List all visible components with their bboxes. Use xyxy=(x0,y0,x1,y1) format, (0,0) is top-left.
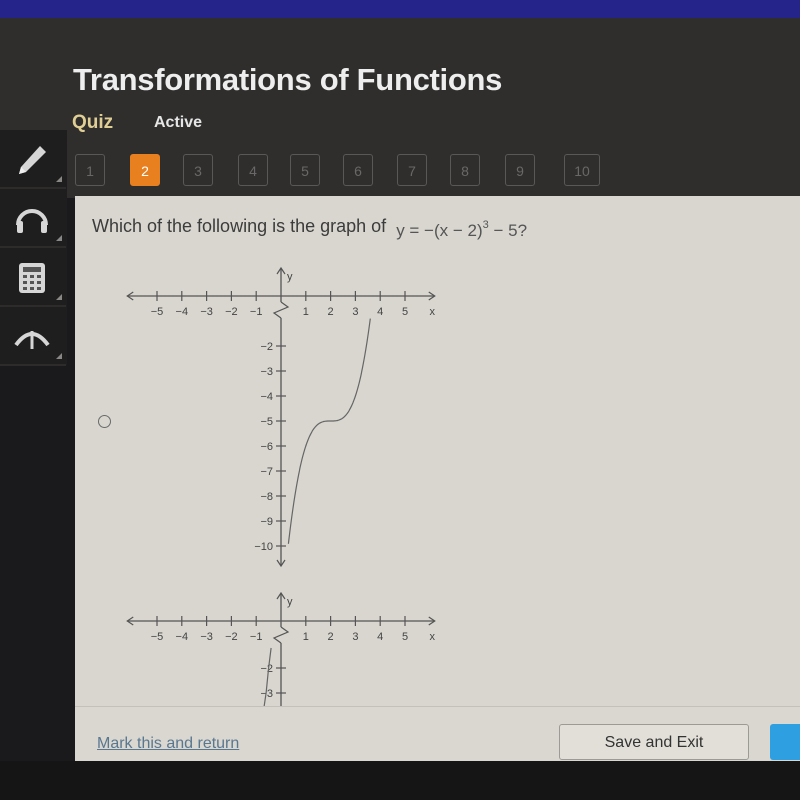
x-tick-label: 4 xyxy=(377,306,383,318)
axis-break-icon xyxy=(272,301,290,319)
y-axis-label: y xyxy=(287,596,293,608)
x-tick-label: −4 xyxy=(176,306,189,318)
y-tick-label: −9 xyxy=(260,516,273,528)
y-tick-label: −10 xyxy=(254,541,273,553)
expand-corner-icon xyxy=(56,294,62,300)
question-9-button[interactable]: 9 xyxy=(505,154,535,186)
y-tick-label: −6 xyxy=(260,441,273,453)
question-1-button[interactable]: 1 xyxy=(75,154,105,186)
x-tick-label: 2 xyxy=(328,631,334,643)
mark-and-return-link[interactable]: Mark this and return xyxy=(97,735,239,753)
y-tick-label: −5 xyxy=(260,416,273,428)
question-equation: y = −(x − 2)3 − 5? xyxy=(396,219,528,240)
y-tick-label: −7 xyxy=(260,466,273,478)
x-tick-label: −5 xyxy=(151,306,164,318)
collapse-tool-button[interactable] xyxy=(0,307,66,366)
collapse-arrow-icon xyxy=(14,331,50,349)
question-7-button[interactable]: 7 xyxy=(397,154,427,186)
x-tick-label: −2 xyxy=(225,306,238,318)
x-tick-label: 1 xyxy=(303,306,309,318)
calculator-tool-button[interactable] xyxy=(0,248,66,307)
question-text: Which of the following is the graph of xyxy=(92,216,387,236)
y-axis-label: y xyxy=(287,271,293,283)
y-tick-label: −2 xyxy=(260,341,273,353)
y-tick-label: −3 xyxy=(260,366,273,378)
x-tick-label: −4 xyxy=(176,631,189,643)
tools-sidebar xyxy=(0,130,67,366)
x-tick-label: 1 xyxy=(303,631,309,643)
page-title: Transformations of Functions xyxy=(73,62,503,97)
calculator-icon xyxy=(19,263,45,293)
audio-tool-button[interactable] xyxy=(0,189,66,248)
x-tick-label: 5 xyxy=(402,631,408,643)
axis-break-icon xyxy=(272,626,290,644)
option-1-radio[interactable] xyxy=(98,415,111,428)
option-2-graph[interactable]: −5 −4 −3 −2 −1 1 2 3 4 5 xy−2−3 xyxy=(120,576,450,711)
expand-corner-icon xyxy=(56,176,62,182)
y-tick-label: −4 xyxy=(260,391,273,403)
browser-top-bar xyxy=(0,0,800,18)
x-tick-label: −5 xyxy=(151,631,164,643)
function-curve xyxy=(287,318,371,544)
x-tick-label: 3 xyxy=(352,306,358,318)
question-8-button[interactable]: 8 xyxy=(450,154,480,186)
question-prompt: Which of the following is the graph of y… xyxy=(92,216,528,240)
tab-active[interactable]: Active xyxy=(154,114,202,132)
pencil-tool-button[interactable] xyxy=(0,130,66,189)
question-10-button[interactable]: 10 xyxy=(564,154,600,186)
function-curve xyxy=(262,647,272,711)
question-5-button[interactable]: 5 xyxy=(290,154,320,186)
x-tick-label: 2 xyxy=(328,306,334,318)
question-3-button[interactable]: 3 xyxy=(183,154,213,186)
quiz-footer: Mark this and return Save and Exit xyxy=(75,706,800,762)
save-and-exit-button[interactable]: Save and Exit xyxy=(559,724,749,760)
x-axis-label: x xyxy=(430,306,436,318)
question-4-button[interactable]: 4 xyxy=(238,154,268,186)
option-1-graph[interactable]: −5 −4 −3 −2 −1 1 2 3 4 5 x y −2 −3 −4 −5 −6 −7 −8 −9 −10 xyxy=(120,256,450,576)
headphones-icon xyxy=(16,209,48,233)
x-tick-label: −1 xyxy=(250,306,263,318)
screen-bezel xyxy=(0,761,800,800)
question-2-button[interactable]: 2 xyxy=(130,154,160,186)
expand-corner-icon xyxy=(56,235,62,241)
quiz-header: Transformations of Functions Quiz Active… xyxy=(0,18,800,198)
tab-quiz[interactable]: Quiz xyxy=(72,112,113,134)
x-tick-label: −3 xyxy=(200,631,213,643)
x-tick-label: 5 xyxy=(402,306,408,318)
expand-corner-icon xyxy=(56,353,62,359)
x-tick-label: 4 xyxy=(377,631,383,643)
question-panel: Which of the following is the graph of y… xyxy=(75,196,800,762)
next-button[interactable] xyxy=(770,724,800,760)
pencil-icon xyxy=(19,146,46,174)
x-axis-label: x xyxy=(430,631,436,643)
x-tick-label: −1 xyxy=(250,631,263,643)
y-tick-label: −8 xyxy=(260,491,273,503)
x-tick-label: 3 xyxy=(352,631,358,643)
x-tick-label: −3 xyxy=(200,306,213,318)
x-tick-label: −2 xyxy=(225,631,238,643)
question-6-button[interactable]: 6 xyxy=(343,154,373,186)
y-tick-label: −2 xyxy=(260,663,273,675)
